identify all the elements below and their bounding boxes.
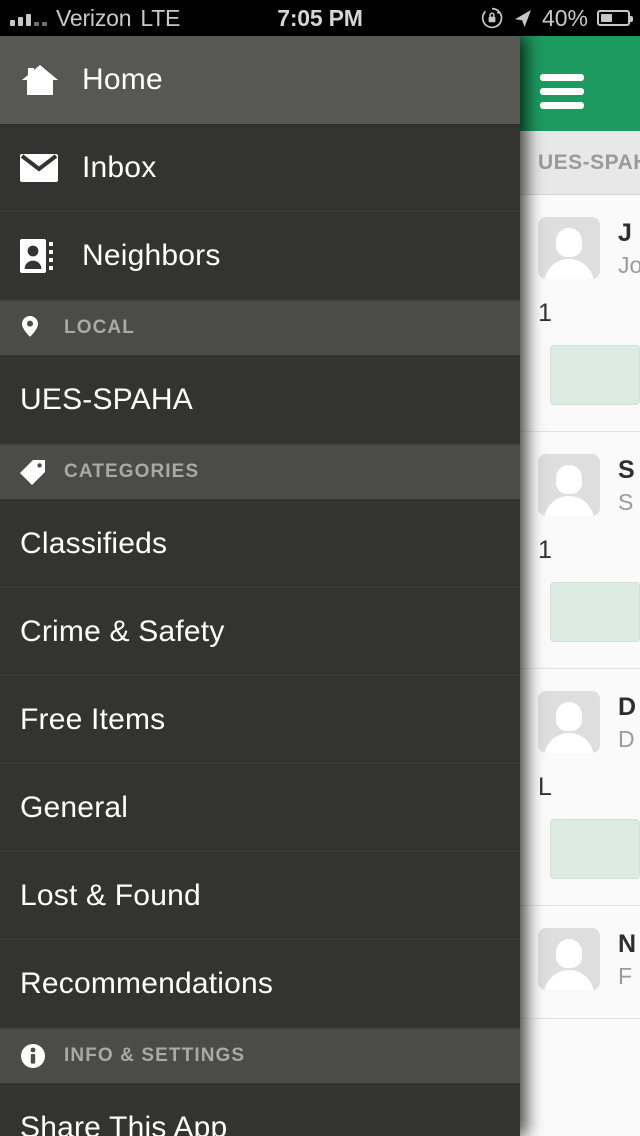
sidebar-section-local: LOCAL (0, 300, 520, 356)
post-author: N (618, 930, 637, 958)
post-subtitle: F (618, 963, 633, 989)
sidebar-item-label: Free Items (20, 703, 166, 736)
sidebar-item-label: Classifieds (20, 527, 168, 560)
content-panel[interactable]: UES-SPAHA J Jo 1 (520, 36, 640, 1136)
post-subtitle: Jo (618, 252, 640, 278)
sidebar-section-label: INFO & SETTINGS (64, 1045, 246, 1066)
list-item[interactable]: S S 1 (520, 432, 640, 669)
sidebar-item-general[interactable]: General (0, 764, 520, 852)
app-screen: Verizon LTE 7:05 PM 40% UES-SPA J Jo 1 S… (0, 0, 640, 1136)
post-meta: J Jo (618, 217, 640, 281)
post-body: L (538, 773, 552, 801)
post-list: J Jo 1 S S 1 D D L N F (520, 195, 640, 1019)
map-pin-icon (20, 315, 54, 341)
sidebar-item-label: General (20, 791, 129, 824)
home-icon (20, 62, 66, 98)
post-author: S (618, 456, 635, 484)
post-body: 1 (538, 299, 552, 327)
navigation-drawer: Home Inbox Neighbors LOCAL UES-SPAHA CAT… (0, 36, 520, 1136)
battery-percent-label: 40% (541, 4, 588, 31)
post-author: D (618, 693, 637, 721)
status-bar-right: 40% (480, 0, 633, 36)
list-item[interactable]: J Jo 1 (520, 195, 640, 432)
list-item[interactable]: N F (520, 906, 640, 1019)
post-attachment-box[interactable] (550, 345, 640, 405)
sidebar-item-lost-and-found[interactable]: Lost & Found (0, 852, 520, 940)
post-author: J (618, 219, 632, 247)
sidebar-item-neighbors[interactable]: Neighbors (0, 212, 520, 300)
post-subtitle: D (618, 726, 635, 752)
avatar (538, 454, 600, 516)
location-arrow-icon (513, 8, 533, 28)
tag-icon (20, 459, 54, 485)
post-meta: S S (618, 454, 635, 518)
hamburger-menu-icon[interactable] (540, 74, 584, 116)
app-header-bar (520, 36, 640, 131)
contact-card-icon (20, 239, 66, 273)
sidebar-item-label: Recommendations (20, 967, 274, 1000)
avatar (538, 217, 600, 279)
battery-icon (597, 10, 633, 26)
sidebar-item-free-items[interactable]: Free Items (0, 676, 520, 764)
sidebar-section-categories: CATEGORIES (0, 444, 520, 500)
envelope-icon (20, 154, 66, 182)
sidebar-item-label: Home (82, 63, 163, 96)
sidebar-item-classifieds[interactable]: Classifieds (0, 500, 520, 588)
sidebar-item-label: Inbox (82, 151, 157, 184)
sidebar-item-share-this-app[interactable]: Share This App (0, 1084, 520, 1136)
status-bar: Verizon LTE 7:05 PM 40% (0, 0, 640, 36)
sidebar-section-info-and-settings: INFO & SETTINGS (0, 1028, 520, 1084)
sidebar-item-ues-spaha[interactable]: UES-SPAHA (0, 356, 520, 444)
sidebar-item-crime-and-safety[interactable]: Crime & Safety (0, 588, 520, 676)
sidebar-item-recommendations[interactable]: Recommendations (0, 940, 520, 1028)
sidebar-section-label: LOCAL (64, 317, 135, 338)
sidebar-item-home[interactable]: Home (0, 36, 520, 124)
info-circle-icon (20, 1043, 54, 1069)
list-item[interactable]: D D L (520, 669, 640, 906)
sidebar-item-label: UES-SPAHA (20, 383, 193, 416)
post-header: S S (538, 454, 640, 518)
rotation-lock-icon (480, 6, 504, 30)
post-attachment-box[interactable] (550, 582, 640, 642)
post-body: 1 (538, 536, 552, 564)
avatar (538, 691, 600, 753)
post-header: D D (538, 691, 640, 755)
sidebar-item-label: Lost & Found (20, 879, 201, 912)
content-section-header: UES-SPAHA (520, 131, 640, 195)
sidebar-item-label: Neighbors (82, 239, 221, 272)
post-subtitle: S (618, 489, 634, 515)
post-header: N F (538, 928, 640, 992)
sidebar-item-label: Crime & Safety (20, 615, 225, 648)
post-meta: N F (618, 928, 636, 992)
sidebar-item-label: Share This App (20, 1111, 228, 1136)
post-header: J Jo (538, 217, 640, 281)
clock-label: 7:05 PM (277, 4, 363, 31)
sidebar-item-inbox[interactable]: Inbox (0, 124, 520, 212)
sidebar-section-label: CATEGORIES (64, 461, 200, 482)
post-meta: D D (618, 691, 636, 755)
post-attachment-box[interactable] (550, 819, 640, 879)
avatar (538, 928, 600, 990)
